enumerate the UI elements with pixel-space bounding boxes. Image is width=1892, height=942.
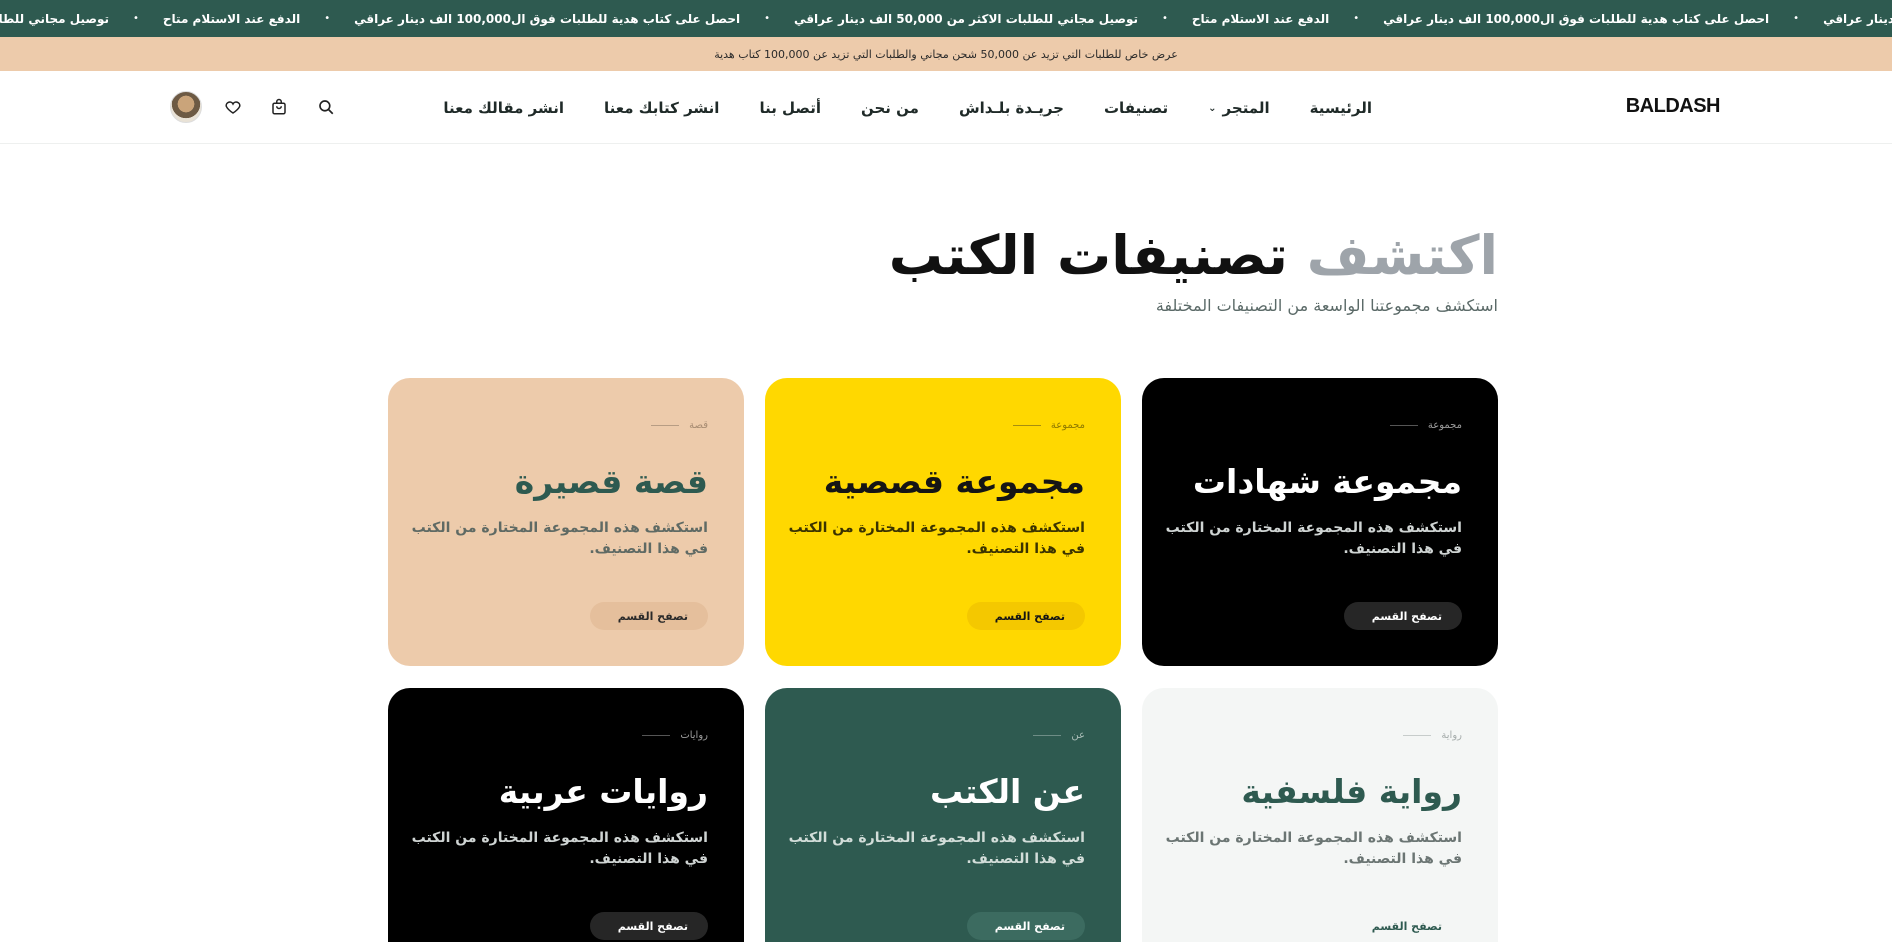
page-title: اكتشف تصنيفات الكتب xyxy=(889,224,1498,287)
card-title: رواية فلسفية xyxy=(1241,772,1462,811)
browse-section-button[interactable]: تصفح القسم xyxy=(1343,912,1462,940)
category-card[interactable]: روايات روايات عربية استكشف هذه المجموعة … xyxy=(388,688,744,942)
nav-item-publish-article[interactable]: انشر مقالك معنا xyxy=(443,99,564,117)
nav-label: انشر مقالك معنا xyxy=(443,99,565,117)
card-tag-label: عن xyxy=(1071,730,1085,741)
browse-section-button[interactable]: تصفح القسم xyxy=(1343,602,1462,630)
nav-label: أتصل بنا xyxy=(759,99,821,117)
category-card[interactable]: قصة قصة قصيرة استكشف هذه المجموعة المختا… xyxy=(388,378,744,666)
nav-item-store[interactable]: المتجر ⌄ xyxy=(1208,99,1270,117)
page-title-main: تصنيفات الكتب xyxy=(888,224,1288,287)
card-title: مجموعة شهادات xyxy=(1192,462,1462,501)
divider xyxy=(1012,425,1041,426)
nav-label: الرئيسية xyxy=(1309,99,1372,117)
card-tag-label: مجموعة xyxy=(1427,420,1462,431)
main-nav: الرئيسية المتجر ⌄ تصنيفات جريـدة بلـداش م… xyxy=(403,99,1372,117)
card-tag: عن xyxy=(1033,730,1085,741)
card-title: عن الكتب xyxy=(929,772,1085,811)
browse-section-button[interactable]: تصفح القسم xyxy=(589,602,708,630)
header-actions xyxy=(170,88,360,128)
card-description: استكشف هذه المجموعة المختارة من الكتب في… xyxy=(788,520,1085,557)
browse-section-button[interactable]: تصفح القسم xyxy=(966,602,1085,630)
card-tag: مجموعة xyxy=(1389,420,1462,431)
nav-item-newspaper[interactable]: جريـدة بلـداش xyxy=(959,99,1064,117)
nav-label: تصنيفات xyxy=(1103,99,1169,117)
divider xyxy=(642,735,671,736)
avatar[interactable] xyxy=(170,91,202,123)
card-title: روايات عربية xyxy=(498,772,708,811)
nav-item-categories[interactable]: تصنيفات xyxy=(1104,99,1168,117)
ticker-separator: • xyxy=(764,13,771,24)
nav-item-home[interactable]: الرئيسية xyxy=(1310,99,1372,117)
divider xyxy=(651,425,680,426)
promo-text: عرض خاص للطلبات التي تزيد عن 50,000 شحن … xyxy=(714,47,1178,61)
card-tag-label: روايات xyxy=(680,730,708,741)
category-card[interactable]: عن عن الكتب استكشف هذه المجموعة المختارة… xyxy=(765,688,1121,942)
page-title-muted: اكتشف xyxy=(1306,224,1498,287)
card-description: استكشف هذه المجموعة المختارة من الكتب في… xyxy=(411,520,708,557)
card-description: استكشف هذه المجموعة المختارة من الكتب في… xyxy=(1165,520,1462,557)
card-title: مجموعة قصصية xyxy=(823,462,1085,501)
page-subtitle: استكشف مجموعتنا الواسعة من التصنيفات الم… xyxy=(1155,296,1498,315)
ticker-separator: • xyxy=(1162,13,1168,24)
ticker-separator: • xyxy=(324,13,331,24)
browse-section-button[interactable]: تصفح القسم xyxy=(589,912,708,940)
browse-section-button[interactable]: تصفح القسم xyxy=(966,912,1085,940)
divider xyxy=(1033,735,1062,736)
divider xyxy=(1389,425,1418,426)
card-tag: روايات xyxy=(642,730,708,741)
nav-label: المتجر xyxy=(1222,99,1270,117)
nav-label: من نحن xyxy=(861,99,919,117)
site-header: BALDASH الرئيسية المتجر ⌄ تصنيفات جريـدة … xyxy=(0,71,1892,144)
bag-icon[interactable] xyxy=(268,96,290,118)
card-tag-label: قصة xyxy=(689,420,708,431)
chevron-down-icon: ⌄ xyxy=(1208,102,1217,114)
card-tag: مجموعة xyxy=(1012,420,1085,431)
card-description: استكشف هذه المجموعة المختارة من الكتب في… xyxy=(411,830,708,867)
nav-item-about[interactable]: من نحن xyxy=(861,99,919,117)
ticker-item: توصيل مجاني للطلبات الاكثر من 50,000 الف… xyxy=(0,11,109,26)
nav-item-publish-book[interactable]: انشر كتابك معنا xyxy=(604,99,719,117)
ticker-separator: • xyxy=(1793,13,1800,24)
heart-icon[interactable] xyxy=(222,96,244,118)
ticker-item: احصل على كتاب هدية للطلبات فوق ال100,000… xyxy=(354,11,741,26)
category-card[interactable]: مجموعة مجموعة شهادات استكشف هذه المجموعة… xyxy=(1142,378,1498,666)
ticker-item: الدفع عند الاستلام متاح xyxy=(1191,11,1330,26)
divider xyxy=(1403,735,1432,736)
card-description: استكشف هذه المجموعة المختارة من الكتب في… xyxy=(1165,830,1462,867)
ticker-separator: • xyxy=(132,13,139,24)
ticker-item: احصل على كتاب هدية للطلبات فوق ال100,000… xyxy=(1383,11,1770,26)
card-title: قصة قصيرة xyxy=(514,462,708,501)
ticker-item: دينار عراقي xyxy=(1823,11,1892,26)
card-tag-label: رواية xyxy=(1441,730,1462,741)
ticker-item: توصيل مجاني للطلبات الاكثر من 50,000 الف… xyxy=(794,11,1138,26)
site-logo[interactable]: BALDASH xyxy=(1626,95,1721,118)
nav-label: انشر كتابك معنا xyxy=(604,99,720,117)
ticker-track: توصيل مجاني للطلبات الاكثر من 50,000 الف… xyxy=(0,0,1892,37)
nav-item-contact[interactable]: أتصل بنا xyxy=(759,99,821,117)
search-icon[interactable] xyxy=(315,96,337,118)
card-tag-label: مجموعة xyxy=(1050,420,1085,431)
card-tag: قصة xyxy=(651,420,708,431)
ticker-item: الدفع عند الاستلام متاح xyxy=(162,11,301,26)
card-tag: رواية xyxy=(1403,730,1462,741)
ticker-separator: • xyxy=(1353,13,1360,24)
card-description: استكشف هذه المجموعة المختارة من الكتب في… xyxy=(788,830,1085,867)
promo-strip: عرض خاص للطلبات التي تزيد عن 50,000 شحن … xyxy=(0,37,1892,71)
announcement-ticker: توصيل مجاني للطلبات الاكثر من 50,000 الف… xyxy=(0,0,1892,37)
nav-label: جريـدة بلـداش xyxy=(958,99,1064,117)
category-card[interactable]: مجموعة مجموعة قصصية استكشف هذه المجموعة … xyxy=(765,378,1121,666)
category-card[interactable]: رواية رواية فلسفية استكشف هذه المجموعة ا… xyxy=(1142,688,1498,942)
